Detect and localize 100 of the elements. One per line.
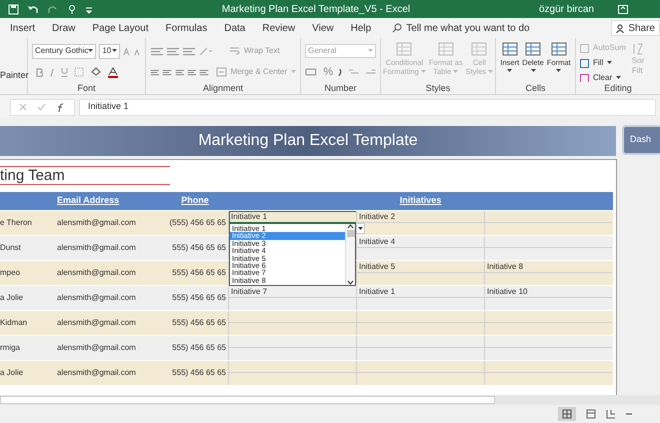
table-cell-text: mpeo: [0, 267, 22, 279]
font-size-field[interactable]: 10: [99, 44, 120, 58]
menu-tab[interactable]: Help: [350, 20, 372, 36]
table-cell-text: alensmith@gmail.com: [56, 367, 137, 379]
borders-icon[interactable]: [74, 67, 84, 77]
bold-icon[interactable]: [36, 68, 43, 76]
align-middle-icon[interactable]: [166, 46, 179, 56]
editing-button[interactable]: Clear: [580, 72, 626, 82]
caret-icon[interactable]: [507, 69, 512, 73]
normal-view-icon[interactable]: [558, 407, 576, 421]
editing-button[interactable]: Fill: [580, 57, 626, 69]
table-cell-text: rmiga: [0, 342, 22, 354]
caret-icon[interactable]: [616, 76, 622, 80]
title-banner: Marketing Plan Excel Template: [0, 126, 616, 156]
share-button[interactable]: Share: [611, 20, 660, 36]
table-cell-text: alensmith@gmail.com: [56, 267, 137, 279]
shrink-font-icon[interactable]: [134, 46, 141, 56]
group-label: Editing: [603, 82, 633, 94]
table-cell: Initiative 1: [359, 287, 396, 296]
comma-icon[interactable]: [338, 67, 343, 77]
formula-input[interactable]: Initiative 1: [79, 98, 656, 116]
wrap-text-icon[interactable]: [229, 46, 240, 56]
align-top-icon[interactable]: [150, 46, 163, 56]
column-header: Email Address: [56, 194, 120, 208]
column-header: Phone: [180, 194, 210, 208]
table-cell-text: 555) 456 65 65: [171, 317, 227, 329]
menu-tab[interactable]: Page Layout: [92, 20, 149, 36]
column-header: Initiatives: [398, 194, 442, 208]
zoom-out-icon[interactable]: [626, 411, 632, 417]
menu-tab[interactable]: Draw: [52, 20, 76, 36]
number-format-value: General: [308, 45, 336, 57]
font-color-icon[interactable]: [108, 66, 118, 78]
horizontal-scrollbar[interactable]: [0, 396, 495, 404]
table-cell-text: e Theron: [0, 217, 33, 229]
ribbon-display-icon[interactable]: [618, 4, 628, 14]
table-cell-text: alensmith@gmail.com: [56, 292, 137, 304]
table-cell: Initiative 10: [487, 287, 528, 296]
dashboard-button[interactable]: Dash: [622, 125, 660, 155]
page-break-view-icon[interactable]: [606, 409, 616, 419]
table-grid-icon[interactable]: [525, 42, 541, 56]
align-bottom-icon[interactable]: [182, 46, 195, 56]
table-cell-text: alensmith@gmail.com: [56, 217, 137, 229]
page-layout-view-icon[interactable]: [586, 409, 596, 419]
scroll-thumb[interactable]: [346, 230, 354, 237]
font-size-value: 10: [102, 45, 112, 57]
redo-icon[interactable]: [47, 4, 59, 14]
italic-icon[interactable]: [49, 68, 55, 76]
section-title: ting Team: [0, 166, 170, 185]
chevron-down-icon[interactable]: [347, 280, 354, 285]
merge-icon[interactable]: [216, 67, 227, 77]
format-painter-button[interactable]: Painter: [0, 68, 27, 82]
caret-icon[interactable]: [112, 49, 118, 53]
table-grid-icon[interactable]: [550, 42, 567, 56]
window-title: Marketing Plan Excel Template_V5 - Excel: [220, 2, 412, 16]
function-icon[interactable]: [56, 102, 66, 112]
table-cell: Initiative 8: [487, 262, 524, 271]
table-cell: Initiative 5: [359, 262, 396, 271]
caret-icon[interactable]: [607, 61, 612, 65]
table-cell-text: alensmith@gmail.com: [56, 317, 137, 329]
person-icon[interactable]: [616, 24, 624, 32]
group-label: Alignment: [202, 82, 244, 94]
grow-font-icon[interactable]: [123, 46, 131, 56]
menu-tab[interactable]: Insert: [10, 20, 36, 36]
search-icon[interactable]: [392, 23, 402, 33]
table-cell-text: Dunst: [0, 242, 22, 254]
menu-tab[interactable]: Data: [224, 20, 246, 36]
table-grid-icon[interactable]: [502, 42, 518, 56]
menu-tab[interactable]: View: [312, 20, 334, 36]
table-cell: Initiative 2: [359, 212, 396, 221]
menu-tab[interactable]: Formulas: [166, 20, 208, 36]
table-cell: Initiative 7: [231, 287, 268, 296]
button-label: Filt: [632, 66, 643, 76]
font-name-field[interactable]: Century Gothic: [32, 44, 96, 58]
table-cell-text: 555) 456 65 65: [171, 267, 227, 279]
table-cell-text: a Jolie: [0, 367, 24, 379]
table-cell-text: 555) 456 65 65: [171, 342, 227, 354]
caret-icon[interactable]: [88, 49, 94, 53]
undo-icon[interactable]: [27, 4, 39, 14]
orientation-icon[interactable]: [198, 46, 214, 56]
active-cell[interactable]: Initiative 1: [229, 211, 357, 223]
table-cell-text: alensmith@gmail.com: [56, 242, 137, 254]
tell-me-field[interactable]: Tell me what you want to do: [406, 20, 606, 36]
table-cell-text: alensmith@gmail.com: [56, 342, 137, 354]
check-icon[interactable]: [37, 103, 46, 111]
table-cell: Initiative 4: [359, 237, 396, 246]
save-icon[interactable]: [8, 4, 19, 14]
caret-icon[interactable]: [556, 69, 562, 73]
menu-tab[interactable]: Review: [262, 20, 296, 36]
table-cell-text: 555) 456 65 65: [171, 367, 227, 379]
table-cell-text: Kidman: [0, 317, 28, 329]
table-cell-text: (555) 456 65 65: [168, 217, 227, 229]
group-label: Styles: [424, 82, 452, 94]
caret-icon[interactable]: [530, 69, 536, 73]
font-name-value: Century Gothic: [35, 45, 88, 57]
underline-icon[interactable]: [61, 67, 68, 77]
user-name: özgür bircan: [538, 2, 594, 16]
table-cell-text: 555) 456 65 65: [171, 242, 227, 254]
fill-color-icon[interactable]: [90, 66, 102, 78]
table-cell-text: a Jolie: [0, 292, 24, 304]
chevron-up-icon[interactable]: [347, 224, 354, 229]
